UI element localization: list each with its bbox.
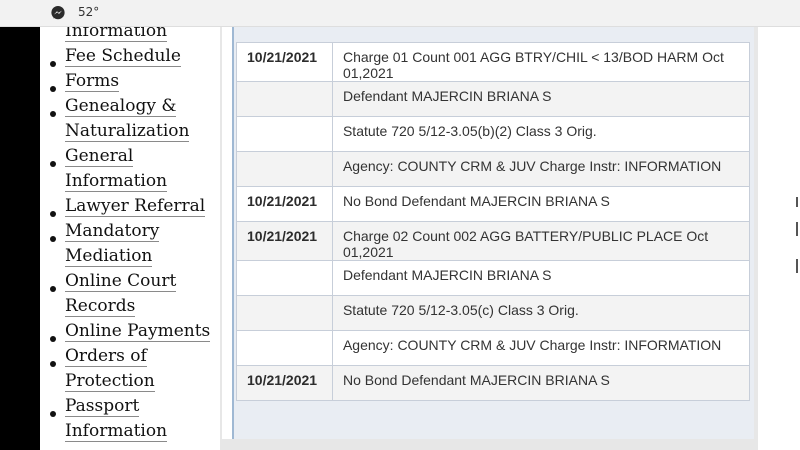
- sidebar-link-label: Online Court Records: [65, 271, 177, 317]
- sidebar-link[interactable]: Genealogy & Naturalization: [65, 94, 215, 144]
- case-docket-panel: 10/21/2021 Charge 01 Count 001 AGG BTRY/C…: [232, 27, 754, 439]
- sidebar-link-label: Orders of Protection: [65, 346, 155, 392]
- docket-entry: Agency: COUNTY CRM & JUV Charge Instr: I…: [331, 330, 751, 366]
- sidebar-item: Lawyer Referral: [40, 194, 215, 219]
- main-content: 10/21/2021 Charge 01 Count 001 AGG BTRY/C…: [222, 27, 754, 439]
- docket-date: [236, 260, 333, 296]
- bullet-icon: [50, 411, 56, 417]
- bullet-icon: [50, 236, 56, 242]
- sidebar-link[interactable]: Online Payments: [65, 319, 215, 344]
- sidebar-link-label: Lawyer Referral: [65, 196, 206, 217]
- sidebar-link[interactable]: Online Court Records: [65, 269, 215, 319]
- docket-date: 10/21/2021: [236, 221, 333, 261]
- table-row: Statute 720 5/12-3.05(c) Class 3 Orig.: [236, 295, 751, 331]
- bullet-icon: [50, 86, 56, 92]
- sidebar-link-label: General Information: [65, 146, 168, 192]
- sidebar-item: Online Court Records: [40, 269, 215, 319]
- sidebar-item: General Information: [40, 144, 215, 194]
- table-row: Agency: COUNTY CRM & JUV Charge Instr: I…: [236, 330, 751, 366]
- docket-entry: Defendant MAJERCIN BRIANA S: [331, 81, 751, 117]
- bullet-icon: [50, 61, 56, 67]
- sidebar-link[interactable]: Information: [65, 27, 215, 44]
- messenger-icon: [51, 6, 65, 20]
- docket-entry: Defendant MAJERCIN BRIANA S: [331, 260, 751, 296]
- sidebar-link[interactable]: Passport Information: [65, 394, 215, 444]
- sidebar-item: Passport Information: [40, 394, 215, 444]
- docket-entry: No Bond Defendant MAJERCIN BRIANA S: [331, 365, 751, 401]
- sidebar-link[interactable]: Fee Schedule: [65, 44, 215, 69]
- table-row: Agency: COUNTY CRM & JUV Charge Instr: I…: [236, 151, 751, 187]
- sidebar-link[interactable]: Lawyer Referral: [65, 194, 215, 219]
- sidebar-link-label: Forms: [65, 71, 120, 92]
- docket-date: [236, 116, 333, 152]
- docket-date: [236, 81, 333, 117]
- sidebar-link-label: Passport Information: [65, 396, 168, 442]
- docket-date: 10/21/2021: [236, 42, 333, 82]
- status-bar: 52°: [0, 0, 800, 27]
- table-row: 10/21/2021 Charge 02 Count 002 AGG BATTER…: [236, 221, 751, 261]
- table-row: Defendant MAJERCIN BRIANA S: [236, 81, 751, 117]
- right-edge-region: [758, 27, 800, 450]
- sidebar-link-label: Fee Schedule: [65, 46, 181, 67]
- bullet-icon: [50, 111, 56, 117]
- docket-date: 10/21/2021: [236, 186, 333, 222]
- bullet-icon: [50, 286, 56, 292]
- sidebar-item: Fee Schedule: [40, 44, 215, 69]
- sidebar-list: Information Fee Schedule Forms Genealogy & …: [40, 27, 215, 444]
- sidebar-item: Forms: [40, 69, 215, 94]
- docket-entry: Charge 01 Count 001 AGG BTRY/CHIL < 13/B…: [331, 42, 751, 82]
- sidebar-item: Information: [40, 27, 215, 44]
- temperature-readout: 52°: [78, 5, 100, 19]
- sidebar-link-label: Mandatory Mediation: [65, 221, 160, 267]
- sidebar-link-label: Information: [65, 27, 168, 42]
- edge-text-fragment: [796, 197, 798, 207]
- docket-table: 10/21/2021 Charge 01 Count 001 AGG BTRY/C…: [236, 42, 751, 401]
- sidebar-link[interactable]: Orders of Protection: [65, 344, 215, 394]
- edge-text-fragment: [796, 259, 798, 273]
- docket-date: [236, 151, 333, 187]
- sidebar-item: Mandatory Mediation: [40, 219, 215, 269]
- bullet-icon: [50, 361, 56, 367]
- docket-date: [236, 330, 333, 366]
- web-page: Information Fee Schedule Forms Genealogy & …: [40, 27, 800, 450]
- sidebar-link[interactable]: Mandatory Mediation: [65, 219, 215, 269]
- sidebar-item: Genealogy & Naturalization: [40, 94, 215, 144]
- sidebar-link[interactable]: General Information: [65, 144, 215, 194]
- docket-entry: Charge 02 Count 002 AGG BATTERY/PUBLIC P…: [331, 221, 751, 261]
- docket-date: [236, 295, 333, 331]
- docket-entry: No Bond Defendant MAJERCIN BRIANA S: [331, 186, 751, 222]
- sidebar-link-label: Online Payments: [65, 321, 211, 342]
- table-row: Defendant MAJERCIN BRIANA S: [236, 260, 751, 296]
- sidebar-link[interactable]: Forms: [65, 69, 215, 94]
- bullet-icon: [50, 336, 56, 342]
- sidebar-nav: Information Fee Schedule Forms Genealogy & …: [40, 27, 220, 450]
- docket-date: 10/21/2021: [236, 365, 333, 401]
- bullet-icon: [50, 211, 56, 217]
- sidebar-item: Orders of Protection: [40, 344, 215, 394]
- bullet-icon: [50, 161, 56, 167]
- table-row: 10/21/2021 Charge 01 Count 001 AGG BTRY/C…: [236, 42, 751, 82]
- docket-entry: Agency: COUNTY CRM & JUV Charge Instr: I…: [331, 151, 751, 187]
- sidebar-item: Online Payments: [40, 319, 215, 344]
- table-row: 10/21/2021 No Bond Defendant MAJERCIN BRI…: [236, 186, 751, 222]
- docket-entry: Statute 720 5/12-3.05(c) Class 3 Orig.: [331, 295, 751, 331]
- table-row: 10/21/2021 No Bond Defendant MAJERCIN BRI…: [236, 365, 751, 401]
- docket-entry: Statute 720 5/12-3.05(b)(2) Class 3 Orig…: [331, 116, 751, 152]
- edge-text-fragment: [796, 222, 798, 236]
- sidebar-link-label: Genealogy & Naturalization: [65, 96, 190, 142]
- table-row: Statute 720 5/12-3.05(b)(2) Class 3 Orig…: [236, 116, 751, 152]
